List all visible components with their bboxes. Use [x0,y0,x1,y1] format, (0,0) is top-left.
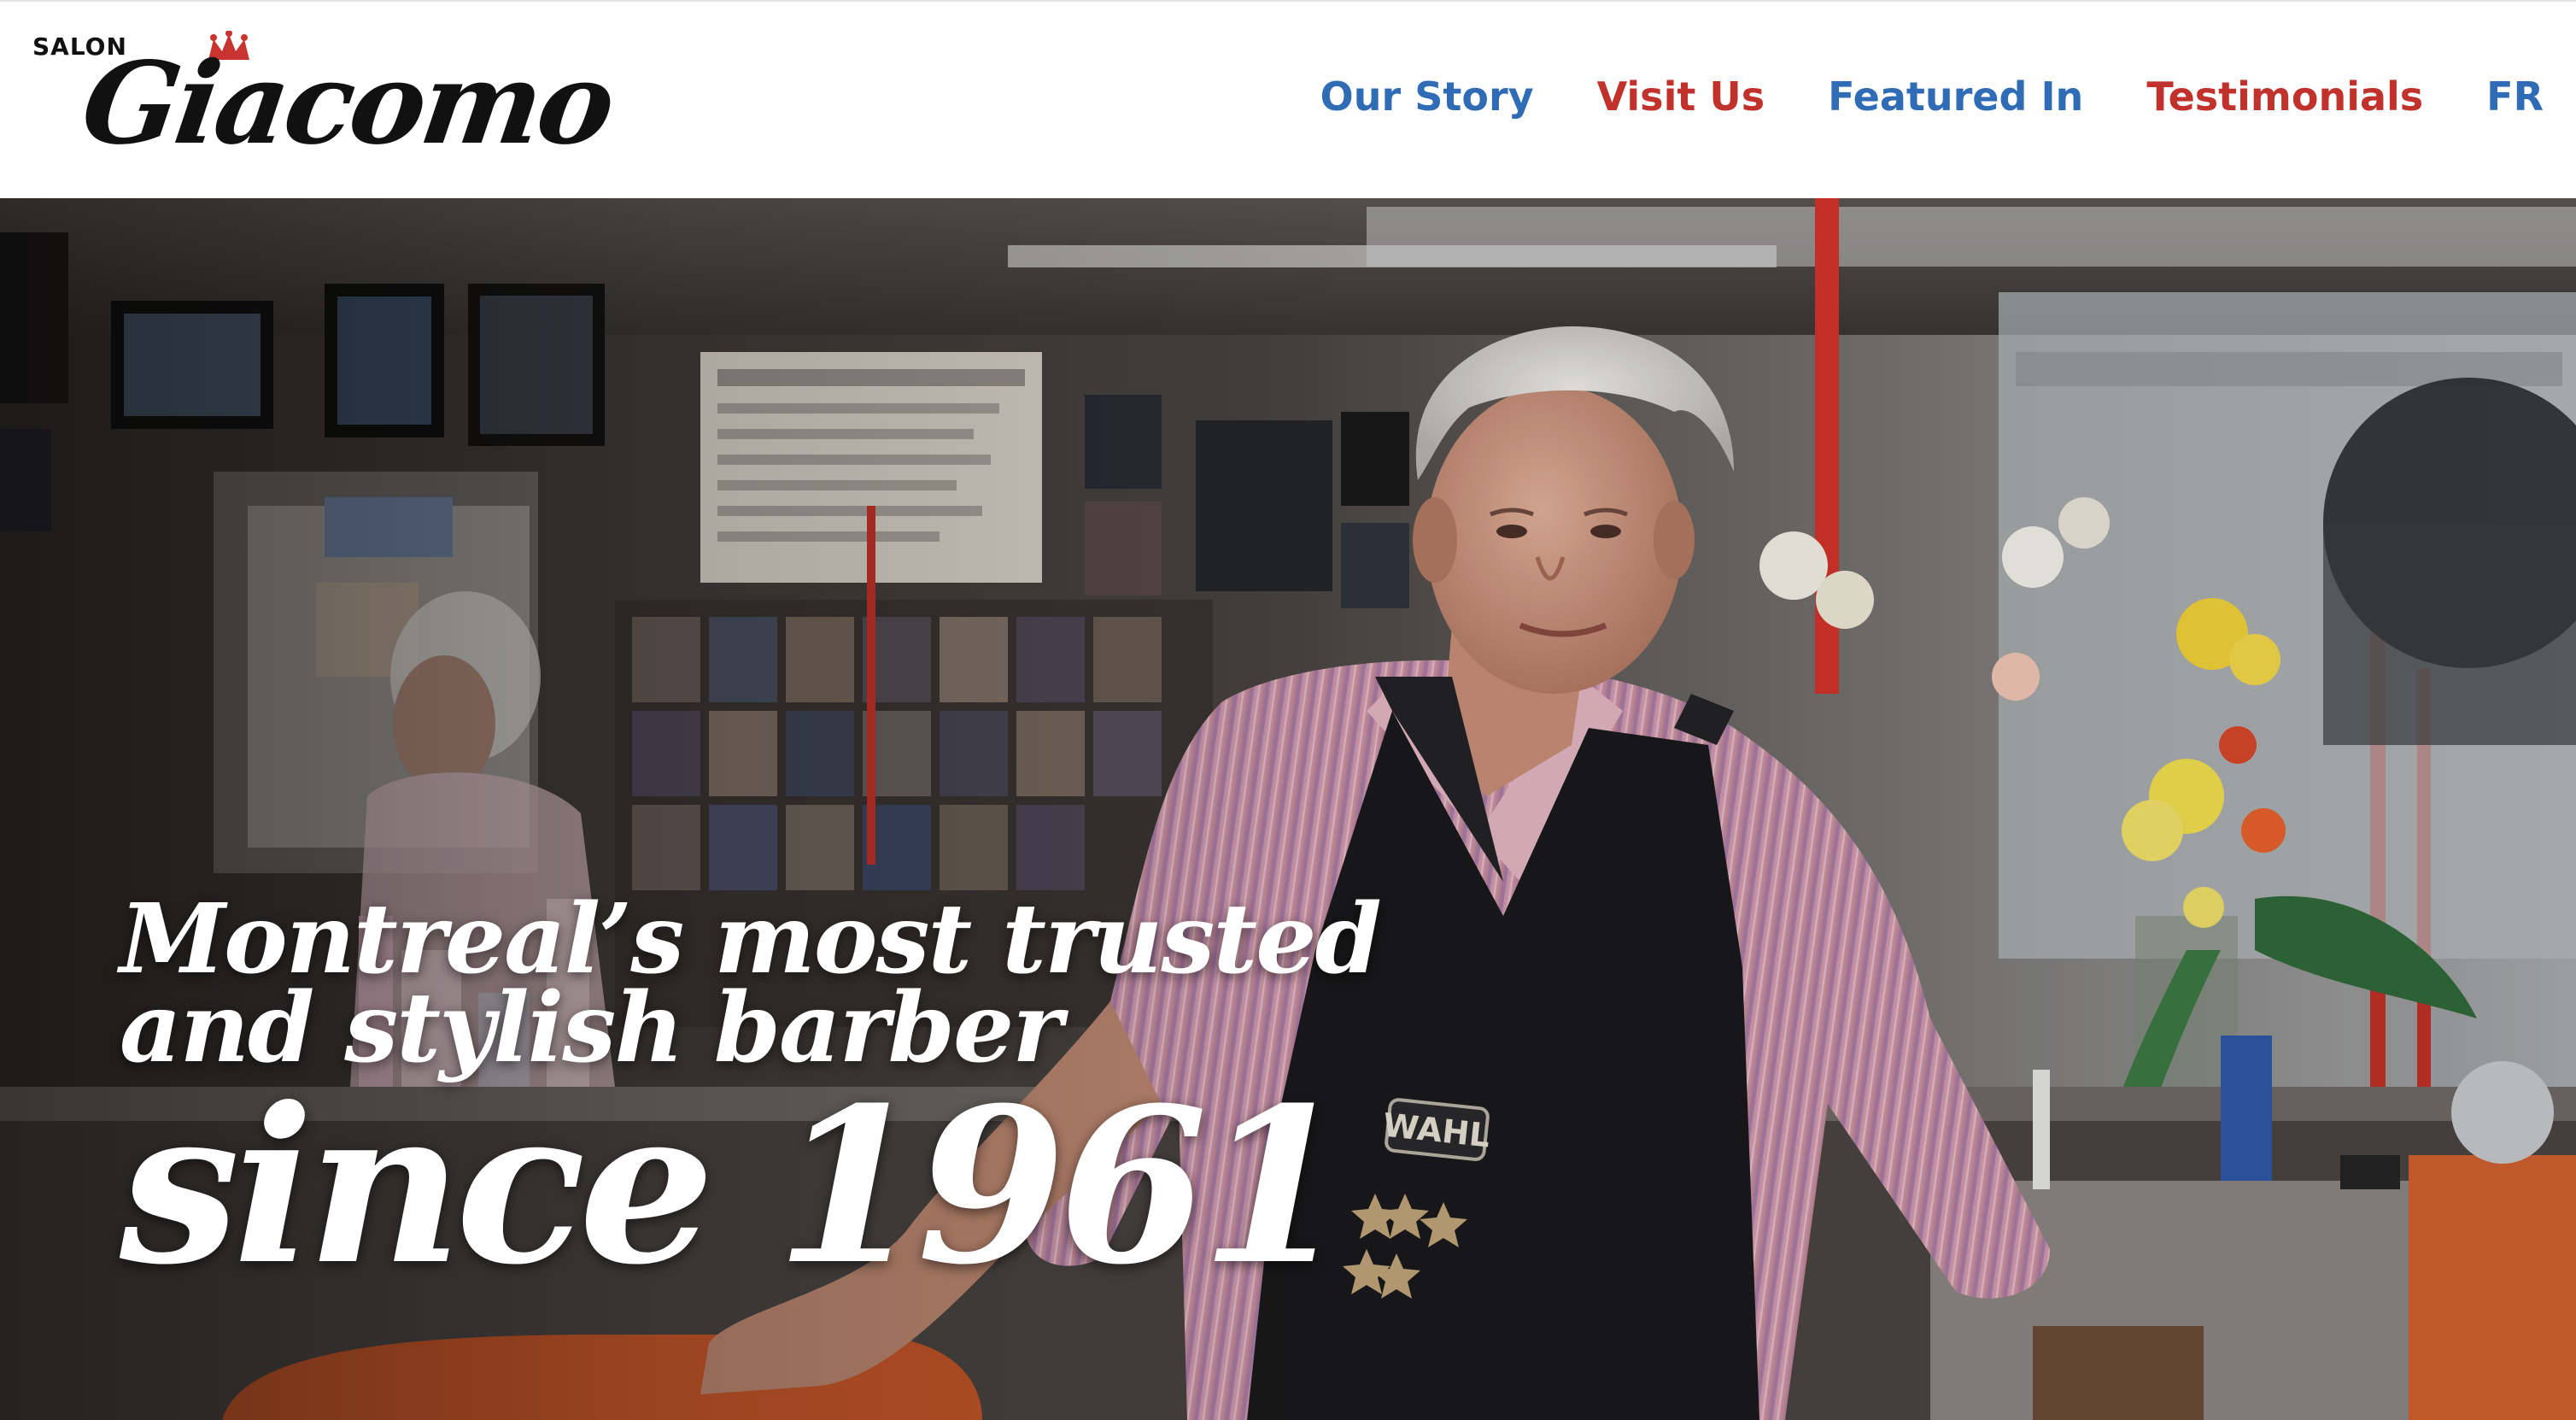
logo-wordmark: Giacomo [74,38,620,170]
headline-since-year: since 1961 [120,1060,1349,1311]
salon-giacomo-logo[interactable]: SALON Giacomo [32,27,619,190]
hero-banner: WAHL Montreal’s most trusted and stylish… [0,198,2576,1420]
site-header: SALON Giacomo Our Story Visit Us Feature… [0,0,2576,198]
hero-headline: Montreal’s most trusted and stylish barb… [120,883,1382,1311]
nav-our-story[interactable]: Our Story [1320,73,1534,120]
main-nav: Our Story Visit Us Featured In Testimoni… [1320,67,2544,126]
headline-line-1: Montreal’s most trusted [120,883,1382,995]
nav-language-fr[interactable]: FR [2486,73,2544,120]
nav-testimonials[interactable]: Testimonials [2146,73,2423,120]
nav-visit-us[interactable]: Visit Us [1597,73,1765,120]
nav-featured-in[interactable]: Featured In [1828,73,2083,120]
